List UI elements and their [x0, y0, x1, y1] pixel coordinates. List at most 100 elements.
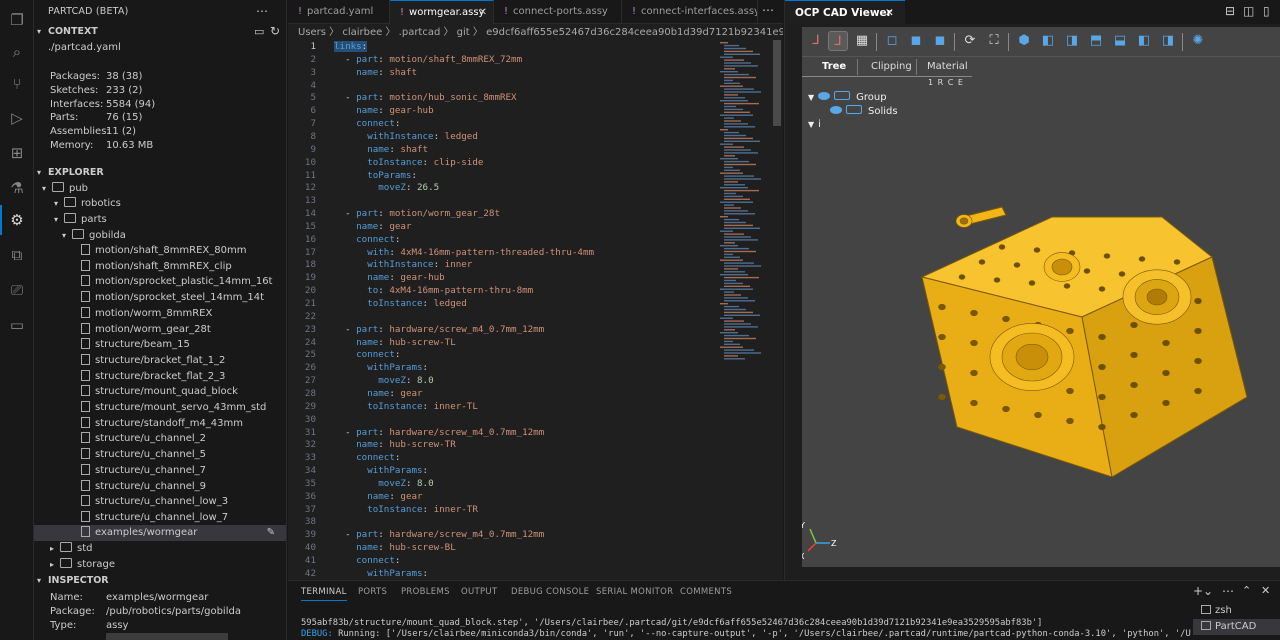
toggle-panel-icon[interactable]: ◫ — [1243, 4, 1254, 18]
tree-folder-storage[interactable]: ▸ storage — [34, 557, 286, 573]
tree-item-part[interactable]: structure/u_channel_7 — [34, 463, 286, 479]
fit-icon[interactable]: ⛶ — [984, 31, 1004, 51]
editor-scrollbar[interactable] — [773, 40, 781, 126]
terminal-session-partcad[interactable]: PartCAD — [1193, 619, 1280, 635]
reset-icon[interactable]: ⟳ — [960, 31, 980, 51]
maximize-panel-icon[interactable]: ⌃ — [1242, 584, 1251, 597]
tree-item-part[interactable]: structure/beam_15 — [34, 337, 286, 353]
inspector-input[interactable] — [106, 633, 228, 640]
yaml-icon: ! — [632, 6, 637, 17]
view-iso-icon[interactable]: ⬢ — [1014, 31, 1034, 51]
minimap[interactable] — [718, 40, 773, 370]
tree-item-part[interactable]: motion/worm_8mmREX — [34, 306, 286, 322]
tab-tree[interactable]: Tree — [822, 61, 846, 72]
remote-explorer-icon[interactable]: ⎚ — [7, 280, 27, 300]
axes-icon[interactable]: ⅃ — [806, 31, 826, 51]
python-icon[interactable]: ⧉ — [7, 245, 27, 265]
view-right-icon[interactable]: ◨ — [1158, 31, 1178, 51]
tab-material[interactable]: Material — [927, 61, 968, 72]
new-terminal-icon[interactable]: +⌄ — [1193, 584, 1213, 598]
close-icon[interactable]: ✕ — [885, 1, 894, 25]
tab-clipping[interactable]: Clipping — [871, 61, 912, 72]
view-rear-icon[interactable]: ◨ — [1062, 31, 1082, 51]
tab-connect-ports[interactable]: ! connect-ports.assy — [494, 0, 622, 24]
tab-connect-interfaces[interactable]: ! connect-interfaces.assy — [622, 0, 758, 24]
terminal-tab[interactable]: SERIAL MONITOR — [596, 587, 673, 597]
tree-item-part[interactable]: motion/shaft_8mmREX_clip — [34, 259, 286, 275]
tree-item-part[interactable]: structure/u_channel_9 — [34, 479, 286, 495]
more-actions-icon[interactable]: ⋯ — [256, 4, 268, 18]
eye-icon[interactable] — [818, 92, 831, 100]
code-area[interactable]: 1 links: 2 - part: motion/shaft_8mmREX_72m… — [288, 40, 728, 580]
terminal-tab[interactable]: DEBUG CONSOLE — [511, 587, 589, 597]
more-actions-icon[interactable]: ⋯ — [1222, 584, 1234, 598]
source-control-icon[interactable]: ⑂ — [7, 74, 27, 94]
tab-partcad-yaml[interactable]: ! partcad.yaml — [288, 0, 390, 24]
axes-origin-icon[interactable]: ⅃ — [828, 31, 848, 51]
view-bottom-icon[interactable]: ⬓ — [1110, 31, 1130, 51]
inspector-section-header[interactable]: ▾ INSPECTOR — [34, 573, 286, 589]
tab-ocp-cad-viewer[interactable]: OCP CAD Viewer ✕ — [785, 0, 905, 24]
terminal-tab[interactable]: COMMENTS — [680, 587, 732, 597]
tree-item-part[interactable]: structure/u_channel_low_7 — [34, 510, 286, 526]
terminal-tab[interactable]: TERMINAL — [301, 587, 347, 601]
view-top-icon[interactable]: ⬒ — [1086, 31, 1106, 51]
terminal-session-zsh[interactable]: zsh — [1193, 603, 1280, 619]
edit-icon[interactable]: ✎ — [267, 525, 275, 541]
comments-icon[interactable]: ▭ — [7, 315, 27, 335]
shape-icon[interactable] — [846, 105, 862, 114]
explode-icon[interactable]: ✺ — [1188, 31, 1208, 51]
partcad-icon[interactable]: ⚙ — [7, 210, 27, 230]
line-number: 37 — [304, 503, 316, 515]
extensions-icon[interactable]: ⊞ — [7, 143, 27, 163]
shape-icon[interactable] — [834, 91, 851, 100]
view-front-icon[interactable]: ◧ — [1038, 31, 1058, 51]
black-edges-icon[interactable]: ◼ — [930, 31, 950, 51]
tree-folder-std[interactable]: ▸ std — [34, 541, 286, 557]
tree-item-part[interactable]: structure/u_channel_low_3 — [34, 494, 286, 510]
tree-item-part[interactable]: structure/mount_servo_43mm_std — [34, 400, 286, 416]
tree-item-part[interactable]: motion/sprocket_steel_14mm_14t — [34, 290, 286, 306]
wormgear-model[interactable] — [902, 177, 1280, 477]
run-debug-icon[interactable]: ▷ — [7, 108, 27, 128]
perspective-icon[interactable]: ◻ — [882, 31, 902, 51]
tree-folder-parts[interactable]: ▾ parts — [34, 212, 286, 228]
view-left-icon[interactable]: ◧ — [1134, 31, 1154, 51]
context-section-header[interactable]: ▾ CONTEXT — [34, 24, 286, 40]
tree-item-part[interactable]: motion/worm_gear_28t — [34, 322, 286, 338]
split-editor-icon[interactable]: ⊟ — [1225, 4, 1235, 18]
toggle-secondary-icon[interactable]: ▯ — [1263, 4, 1270, 18]
eye-icon[interactable] — [830, 106, 842, 114]
search-icon[interactable]: ⌕ — [7, 42, 27, 62]
close-icon[interactable]: ✕ — [479, 1, 487, 24]
more-actions-icon[interactable]: ⋯ — [762, 3, 774, 17]
tree-node-solids[interactable]: Solids — [830, 105, 898, 117]
tree-item-part[interactable]: motion/shaft_8mmREX_80mm — [34, 243, 286, 259]
terminal-tab[interactable]: PORTS — [358, 587, 387, 597]
close-panel-icon[interactable]: ✕ — [1261, 584, 1270, 597]
refresh-icon[interactable]: ↻ — [270, 24, 280, 38]
tree-node-group[interactable]: ▼ Group — [808, 91, 887, 103]
terminal-tab[interactable]: OUTPUT — [461, 587, 497, 597]
tree-folder-robotics[interactable]: ▾ robotics — [34, 196, 286, 212]
tree-item-part[interactable]: structure/mount_quad_block — [34, 384, 286, 400]
tree-item-part[interactable]: structure/u_channel_5 — [34, 447, 286, 463]
tree-item-part[interactable]: structure/bracket_flat_1_2 — [34, 353, 286, 369]
testing-icon[interactable]: ⚗ — [7, 178, 27, 198]
viewer-canvas[interactable]: ⅃ ⅃ ▦ ◻ ◼ ◼ ⟳ ⛶ ⬢ ◧ ◨ ⬒ ⬓ ◧ ◨ ✺ Tree Cli… — [802, 27, 1280, 567]
terminal-tab[interactable]: PROBLEMS — [401, 587, 450, 597]
transparent-icon[interactable]: ◼ — [906, 31, 926, 51]
tree-item-part[interactable]: structure/u_channel_2 — [34, 431, 286, 447]
tree-item-part[interactable]: structure/standoff_m4_43mm — [34, 416, 286, 432]
tree-item-part[interactable]: motion/sprocket_plastic_14mm_16t — [34, 274, 286, 290]
files-icon[interactable]: ❐ — [7, 10, 27, 30]
tab-wormgear-assy[interactable]: ! wormgear.assy ✕ — [390, 0, 494, 24]
tree-folder-gobilda[interactable]: ▾ gobilda — [34, 228, 286, 244]
grid-icon[interactable]: ▦ — [852, 31, 872, 51]
explorer-section-header[interactable]: ▾ EXPLORER — [34, 165, 286, 181]
tree-node-info[interactable]: ▼ i — [808, 119, 821, 130]
tree-item-selected[interactable]: examples/wormgear ✎ — [34, 525, 286, 541]
tree-folder-pub[interactable]: ▾ pub — [34, 181, 286, 197]
open-folder-icon[interactable]: ▭ — [254, 25, 264, 38]
tree-item-part[interactable]: structure/bracket_flat_2_3 — [34, 369, 286, 385]
